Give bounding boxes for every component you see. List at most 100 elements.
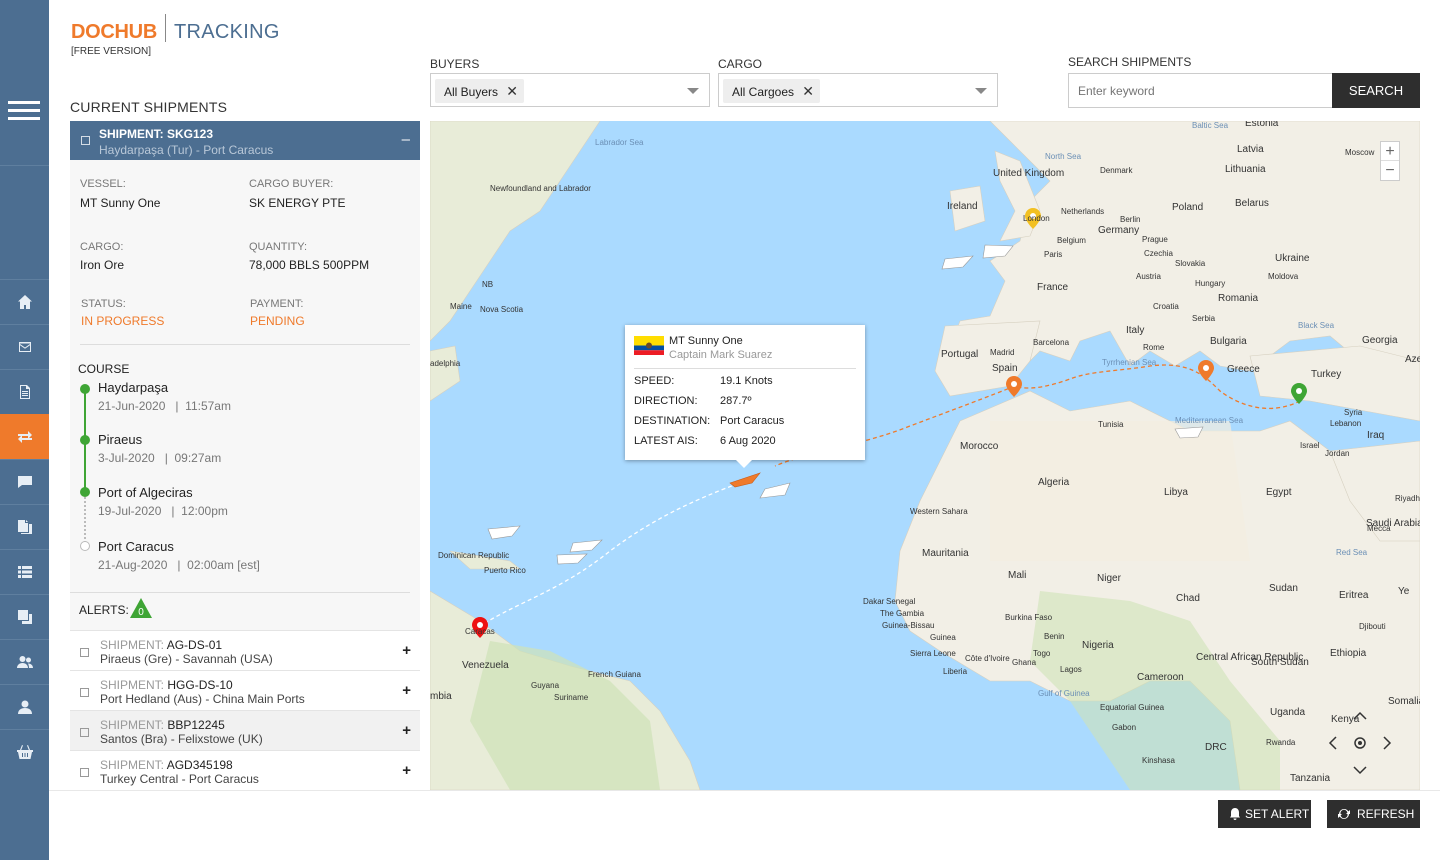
- map-label: Czechia: [1144, 249, 1173, 258]
- remove-chip-icon[interactable]: ✕: [802, 83, 814, 100]
- shipment-checkbox[interactable]: [81, 136, 90, 145]
- course-date: 3-Jul-2020 | 09:27am: [98, 451, 222, 465]
- map-label: Spain: [992, 363, 1018, 374]
- list-item[interactable]: SHIPMENT: AGD345198 Turkey Central - Por…: [70, 750, 420, 790]
- nav-document[interactable]: [0, 369, 49, 414]
- shipment-checkbox[interactable]: [80, 728, 89, 737]
- turkey-land: [1249, 345, 1420, 422]
- cargo-detail-label: CARGO:: [80, 241, 124, 253]
- buyers-select[interactable]: All Buyers ✕: [430, 73, 710, 107]
- map-label: Austria: [1136, 272, 1161, 281]
- map-label: Algeria: [1038, 477, 1070, 488]
- map-label: Tyrrhenian Sea: [1102, 358, 1157, 367]
- map-label: Mali: [1008, 570, 1026, 581]
- popup-value: 19.1 Knots: [720, 375, 773, 387]
- map-label: Dominican Republic: [438, 551, 509, 560]
- collapse-icon[interactable]: –: [402, 131, 410, 148]
- zoom-in-button[interactable]: +: [1381, 142, 1399, 161]
- map-label: Ukraine: [1275, 253, 1310, 264]
- buyer-value: SK ENERGY PTE: [249, 196, 346, 210]
- vessel-value: MT Sunny One: [80, 196, 161, 210]
- menu-toggle[interactable]: [0, 0, 49, 166]
- nav-mail[interactable]: [0, 324, 49, 369]
- ship-marker-icon: [759, 482, 791, 499]
- quantity-label: QUANTITY:: [249, 241, 308, 253]
- nav-transfer[interactable]: [0, 414, 49, 459]
- refresh-button[interactable]: REFRESH: [1327, 800, 1420, 828]
- expand-icon[interactable]: +: [402, 762, 411, 779]
- nav-files[interactable]: [0, 504, 49, 549]
- nav-chat[interactable]: [0, 459, 49, 504]
- expand-icon[interactable]: +: [402, 642, 411, 659]
- search-button[interactable]: SEARCH: [1332, 73, 1420, 108]
- nav-home[interactable]: [0, 279, 49, 324]
- shipment-header[interactable]: SHIPMENT: SKG123 Haydarpaşa (Tur) - Port…: [70, 121, 420, 160]
- nav-profile[interactable]: [0, 684, 49, 729]
- shipment-route: Haydarpaşa (Tur) - Port Caracus: [99, 143, 274, 157]
- shipment-checkbox[interactable]: [80, 688, 89, 697]
- shipment-checkbox[interactable]: [80, 768, 89, 777]
- expand-icon[interactable]: +: [402, 682, 411, 699]
- nav-copy[interactable]: [0, 594, 49, 639]
- pan-control[interactable]: [1328, 711, 1392, 775]
- zoom-out-button[interactable]: −: [1381, 161, 1399, 180]
- shipment-map[interactable]: Labrador Sea Baltic Sea Estonia Latvia L…: [430, 121, 1420, 790]
- map-label: Belarus: [1235, 198, 1269, 209]
- map-label: Moldova: [1268, 272, 1299, 281]
- nav-users[interactable]: [0, 639, 49, 684]
- map-label: NB: [482, 280, 493, 289]
- map-label: Netherlands: [1061, 207, 1104, 216]
- ship-marker-icon: [556, 553, 588, 565]
- search-input[interactable]: [1068, 73, 1333, 108]
- list-item[interactable]: SHIPMENT: BBP12245 Santos (Bra) - Felixs…: [70, 710, 420, 750]
- map-label: Berlin: [1120, 215, 1140, 224]
- map-label: Aze: [1405, 354, 1420, 365]
- route-remaining: [479, 480, 746, 627]
- nav-basket[interactable]: [0, 729, 49, 774]
- pin-icon: [1291, 383, 1307, 404]
- map-label: Barcelona: [1033, 338, 1070, 347]
- nav-list[interactable]: [0, 549, 49, 594]
- shipment-route: Piraeus (Gre) - Savannah (USA): [100, 652, 273, 666]
- status-value: IN PROGRESS: [81, 314, 165, 328]
- map-label: Hungary: [1195, 279, 1225, 288]
- map-label: Suriname: [554, 693, 589, 702]
- cargo-select[interactable]: All Cargoes ✕: [718, 73, 998, 107]
- list-item[interactable]: SHIPMENT: HGG-DS-10 Port Hedland (Aus) -…: [70, 670, 420, 710]
- pin-icon: [1198, 360, 1214, 381]
- popup-key: SPEED:: [634, 375, 675, 387]
- course-label: COURSE: [78, 362, 130, 376]
- shipment-checkbox[interactable]: [80, 648, 89, 657]
- expand-icon[interactable]: +: [402, 722, 411, 739]
- popup-value: Port Caracus: [720, 415, 785, 427]
- alert-triangle-icon[interactable]: 0: [129, 597, 153, 619]
- list-item[interactable]: SHIPMENT: AG-DS-01 Piraeus (Gre) - Savan…: [70, 630, 420, 670]
- chevron-down-icon[interactable]: [975, 88, 987, 94]
- map-label: Tanzania: [1290, 773, 1330, 784]
- hamburger-icon[interactable]: [8, 101, 40, 121]
- buyers-chip: All Buyers ✕: [435, 79, 525, 103]
- alerts-count: 0: [138, 607, 144, 618]
- map-label: Guinea: [930, 633, 956, 642]
- map-label: Turkey: [1311, 369, 1341, 380]
- status-label: STATUS:: [81, 298, 126, 310]
- map-label: Lithuania: [1225, 164, 1266, 175]
- map-label: Georgia: [1362, 335, 1398, 346]
- map-canvas[interactable]: Labrador Sea Baltic Sea Estonia Latvia L…: [430, 121, 1420, 790]
- chevron-down-icon[interactable]: [687, 88, 699, 94]
- vessel-label: VESSEL:: [80, 178, 126, 190]
- search-label: SEARCH SHIPMENTS: [1068, 55, 1192, 69]
- remove-chip-icon[interactable]: ✕: [506, 83, 518, 100]
- map-label: London: [1023, 214, 1050, 223]
- map-label: Venezuela: [462, 660, 509, 671]
- popup-vessel-name: MT Sunny One: [669, 335, 743, 347]
- set-alert-button[interactable]: SET ALERT: [1218, 800, 1311, 828]
- transfer-icon: [17, 431, 32, 443]
- course-date: 21-Aug-2020 | 02:00am [est]: [98, 558, 260, 572]
- basket-icon: [16, 745, 33, 759]
- pan-down-icon: [1353, 766, 1367, 775]
- map-label: Tunisia: [1098, 420, 1124, 429]
- map-label: Serbia: [1192, 314, 1216, 323]
- copy-icon: [17, 610, 32, 624]
- map-label: Slovakia: [1175, 259, 1206, 268]
